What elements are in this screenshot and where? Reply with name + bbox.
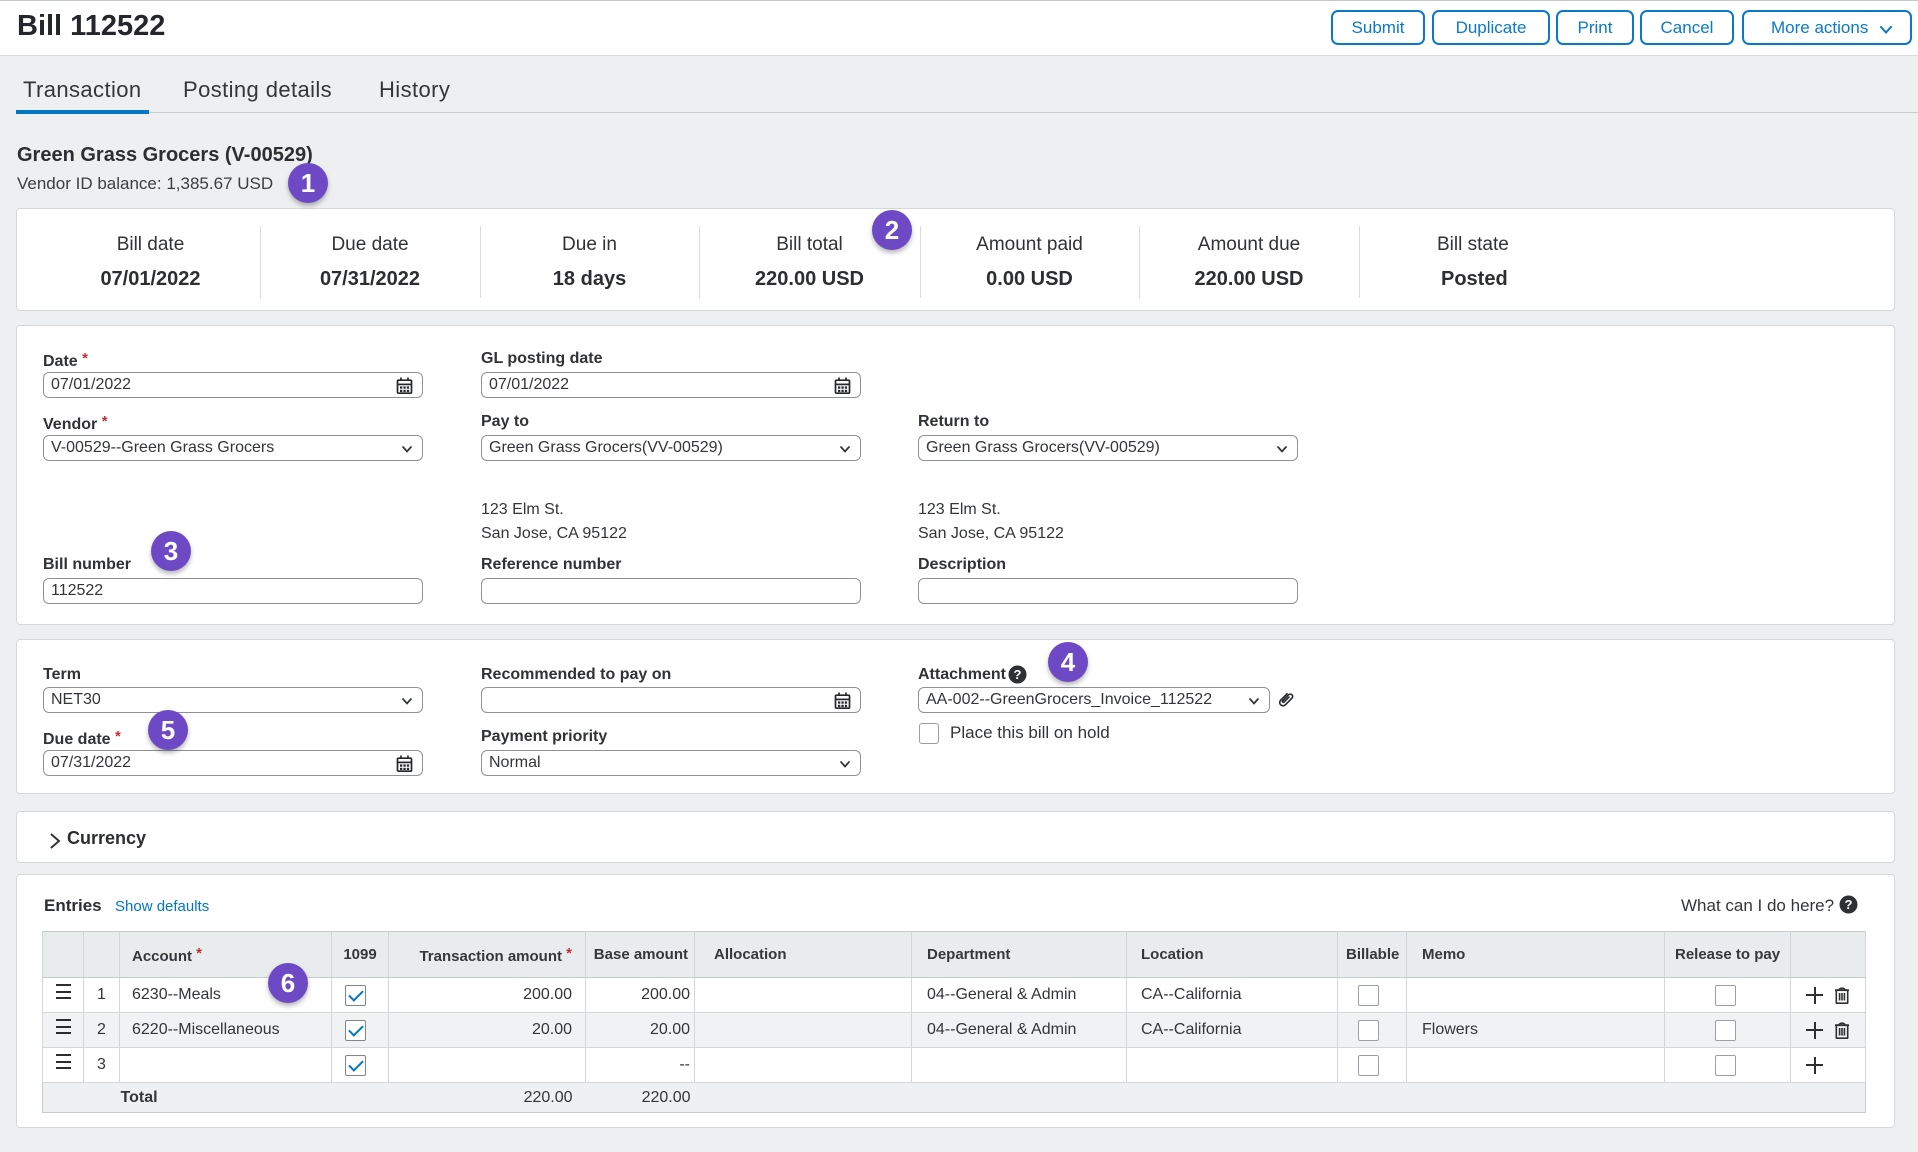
- svg-text:?: ?: [1014, 667, 1022, 682]
- svg-text:?: ?: [1844, 897, 1852, 912]
